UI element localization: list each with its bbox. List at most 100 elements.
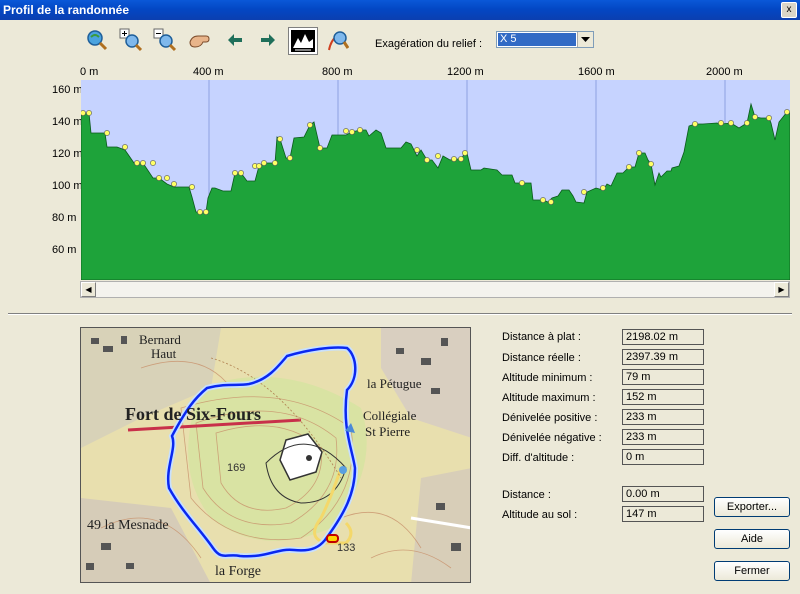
stat-value: 2397.39 m bbox=[622, 349, 704, 365]
stat-label: Dénivelée négative : bbox=[502, 432, 602, 444]
waypoint-marker bbox=[648, 161, 654, 167]
y-tick-label: 60 m bbox=[52, 244, 77, 256]
map-label: Collégiale bbox=[363, 408, 417, 423]
waypoint-marker bbox=[104, 130, 110, 136]
waypoint-marker bbox=[261, 160, 267, 166]
waypoint-marker bbox=[189, 184, 195, 190]
help-button[interactable]: Aide bbox=[714, 529, 790, 549]
x-tick-label: 800 m bbox=[322, 66, 353, 78]
waypoint-marker bbox=[414, 147, 420, 153]
position-marker-icon bbox=[326, 534, 339, 543]
close-button[interactable]: Fermer bbox=[714, 561, 790, 581]
stat-label: Altitude maximum : bbox=[502, 392, 596, 404]
waypoint-marker bbox=[140, 160, 146, 166]
stat-value: 2198.02 m bbox=[622, 329, 704, 345]
export-button[interactable]: Exporter... bbox=[714, 497, 790, 517]
exaggeration-value: X 5 bbox=[498, 33, 576, 46]
map-view[interactable]: Bernard Haut Fort de Six-Fours la Pétugu… bbox=[80, 327, 471, 583]
exaggeration-select[interactable]: X 5 bbox=[496, 31, 594, 48]
waypoint-marker bbox=[718, 120, 724, 126]
waypoint-marker bbox=[86, 110, 92, 116]
x-tick-label: 0 m bbox=[80, 66, 99, 78]
waypoint-marker bbox=[458, 156, 464, 162]
map-label: 169 bbox=[227, 462, 246, 474]
waypoint-marker bbox=[122, 144, 128, 150]
map-label: 49 la Mesnade bbox=[87, 518, 169, 533]
route-search-icon[interactable] bbox=[324, 27, 350, 53]
x-tick-label: 1200 m bbox=[447, 66, 484, 78]
stat-value: 0 m bbox=[622, 449, 704, 465]
map-label: 133 bbox=[337, 542, 356, 554]
stat-label: Distance à plat : bbox=[502, 331, 581, 343]
waypoint-marker bbox=[784, 109, 790, 115]
waypoint-marker bbox=[164, 175, 170, 181]
waypoint-marker bbox=[203, 209, 209, 215]
waypoint-marker bbox=[307, 122, 313, 128]
stat-label: Distance : bbox=[502, 489, 551, 501]
stat-value: 0.00 m bbox=[622, 486, 704, 502]
stat-label: Altitude au sol : bbox=[502, 509, 578, 521]
x-tick-label: 1600 m bbox=[578, 66, 615, 78]
x-tick-label: 2000 m bbox=[706, 66, 743, 78]
waypoint-marker bbox=[349, 129, 355, 135]
chevron-down-icon[interactable] bbox=[577, 32, 593, 47]
waypoint-marker bbox=[424, 157, 430, 163]
stat-label: Distance réelle : bbox=[502, 352, 581, 364]
x-tick-label: 400 m bbox=[193, 66, 224, 78]
zoom-extent-icon[interactable] bbox=[84, 27, 110, 53]
waypoint-marker bbox=[728, 120, 734, 126]
stat-value: 147 m bbox=[622, 506, 704, 522]
zoom-in-icon[interactable] bbox=[118, 27, 144, 53]
waypoint-marker bbox=[600, 185, 606, 191]
stat-label: Diff. d'altitude : bbox=[502, 452, 575, 464]
stat-value: 79 m bbox=[622, 369, 704, 385]
arrow-right-icon[interactable] bbox=[255, 27, 281, 53]
waypoint-marker bbox=[150, 160, 156, 166]
waypoint-marker bbox=[343, 128, 349, 134]
waypoint-marker bbox=[752, 114, 758, 120]
map-label: Haut bbox=[151, 346, 177, 361]
waypoint-marker bbox=[156, 175, 162, 181]
waypoint-marker bbox=[462, 150, 468, 156]
waypoint-marker bbox=[744, 120, 750, 126]
profile-mode-icon[interactable] bbox=[288, 27, 318, 55]
waypoint-marker bbox=[134, 160, 140, 166]
map-label: Fort de Six-Fours bbox=[125, 404, 261, 424]
waypoint-marker bbox=[548, 199, 554, 205]
waypoint-marker bbox=[256, 163, 262, 169]
waypoint-marker bbox=[171, 181, 177, 187]
waypoint-marker bbox=[272, 160, 278, 166]
waypoint-marker bbox=[636, 150, 642, 156]
waypoint-marker bbox=[540, 197, 546, 203]
arrow-left-icon[interactable] bbox=[222, 27, 248, 53]
stat-value: 233 m bbox=[622, 409, 704, 425]
stat-label: Dénivelée positive : bbox=[502, 412, 598, 424]
stat-value: 152 m bbox=[622, 389, 704, 405]
y-tick-label: 100 m bbox=[52, 180, 83, 192]
waypoint-marker bbox=[277, 136, 283, 142]
map-label: la Pétugue bbox=[367, 376, 422, 391]
waypoint-marker bbox=[581, 189, 587, 195]
waypoint-marker bbox=[238, 170, 244, 176]
waypoint-marker bbox=[317, 145, 323, 151]
waypoint-marker bbox=[692, 121, 698, 127]
close-window-button[interactable]: x bbox=[781, 2, 797, 18]
waypoint-marker bbox=[197, 209, 203, 215]
waypoint-marker bbox=[232, 170, 238, 176]
pan-hand-icon[interactable] bbox=[186, 27, 212, 53]
map-label: St Pierre bbox=[365, 424, 411, 439]
map-label: la Forge bbox=[215, 564, 262, 579]
scroll-left-icon[interactable]: ◀ bbox=[81, 282, 96, 297]
zoom-out-icon[interactable] bbox=[152, 27, 178, 53]
window-title: Profil de la randonnée bbox=[3, 3, 130, 17]
waypoint-marker bbox=[766, 115, 772, 121]
separator bbox=[8, 313, 792, 315]
elevation-profile[interactable] bbox=[81, 80, 790, 280]
waypoint-marker bbox=[287, 155, 293, 161]
scroll-right-icon[interactable]: ▶ bbox=[774, 282, 789, 297]
y-tick-label: 140 m bbox=[52, 116, 83, 128]
y-tick-label: 160 m bbox=[52, 84, 83, 96]
profile-scrollbar[interactable]: ◀ ▶ bbox=[80, 281, 790, 298]
waypoint-marker bbox=[357, 127, 363, 133]
stat-value: 233 m bbox=[622, 429, 704, 445]
